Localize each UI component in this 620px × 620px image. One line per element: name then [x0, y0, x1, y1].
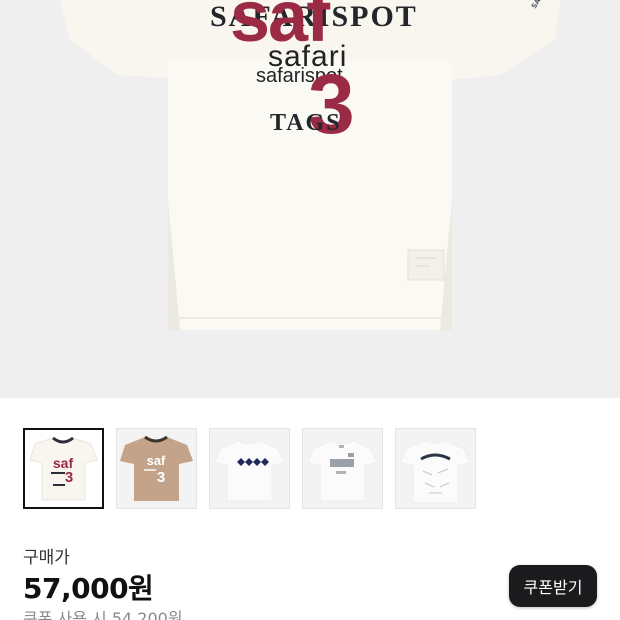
purchase-price-label: 구매가: [23, 548, 70, 568]
svg-text:saf: saf: [147, 453, 166, 468]
thumbnail-beige-tee[interactable]: saf 3: [116, 428, 197, 509]
print-number: 3: [308, 57, 355, 151]
product-main-image[interactable]: SAFARISPOT saf safari safarispot 3 TAGS …: [0, 0, 620, 398]
svg-text:3: 3: [157, 469, 165, 486]
product-detail-page: SAFARISPOT saf safari safarispot 3 TAGS …: [0, 0, 620, 620]
tee-thumbnail-image: saf 3: [29, 436, 98, 501]
thumbnail-white-red-tee[interactable]: saf 3: [23, 428, 104, 509]
tee-thumbnail-image: saf 3: [120, 435, 193, 501]
get-coupon-button[interactable]: 쿠폰받기: [509, 565, 597, 607]
tee-thumbnail-image: [214, 440, 285, 502]
tee-thumbnail-image: [307, 440, 378, 502]
print-tag-word: TAGS: [270, 110, 342, 136]
svg-text:3: 3: [65, 469, 73, 486]
thumbnail-strip: saf 3 saf 3: [23, 428, 476, 509]
coupon-price-note: 쿠폰 사용 시 54,200원: [23, 609, 183, 620]
tee-thumbnail-image: [400, 440, 471, 504]
thumbnail-white-patch-tee[interactable]: [302, 428, 383, 509]
thumbnail-white-diamond-tee[interactable]: [209, 428, 290, 509]
purchase-price: 57,000원: [23, 572, 154, 605]
thumbnail-white-graphic-tee[interactable]: [395, 428, 476, 509]
